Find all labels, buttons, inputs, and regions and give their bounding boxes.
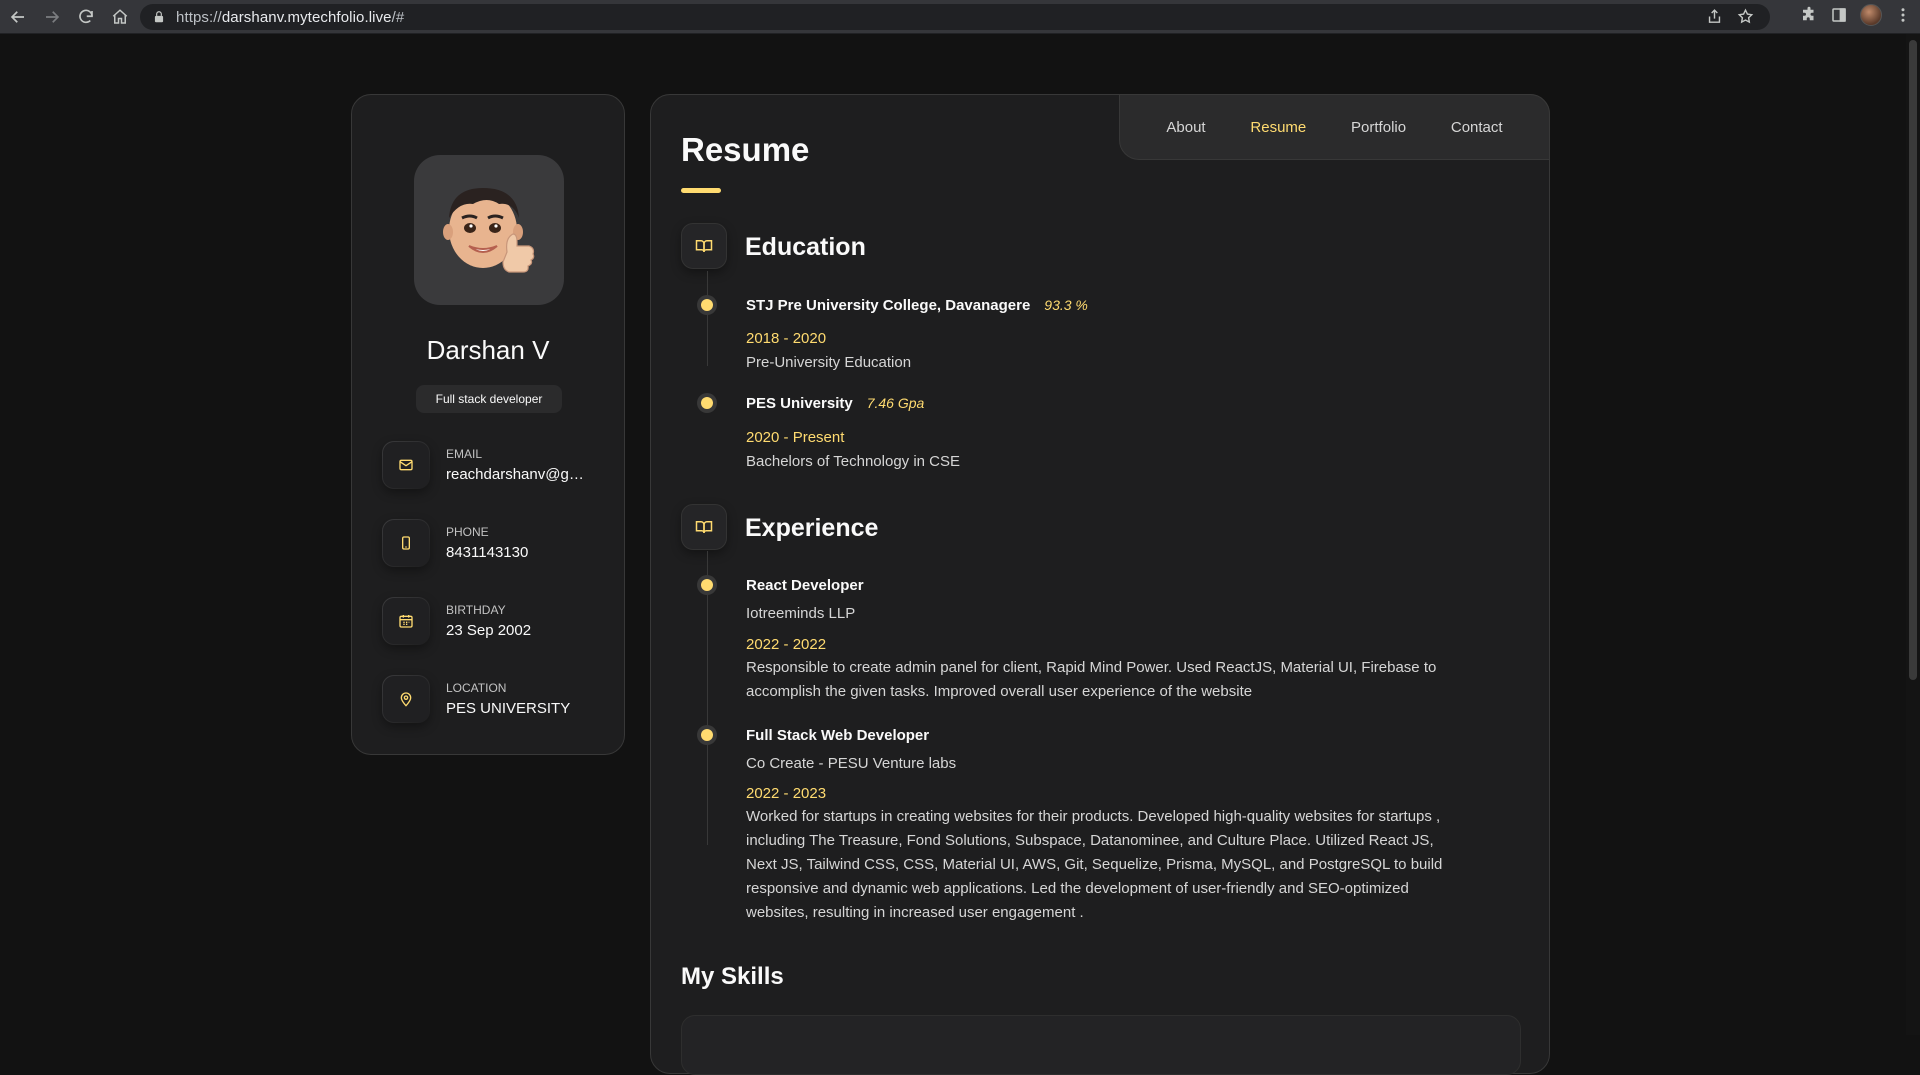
nav-about[interactable]: About	[1166, 119, 1205, 136]
profile-title-badge: Full stack developer	[416, 385, 562, 413]
location-pin-icon	[382, 675, 430, 723]
experience-date: 2022 - 2022	[746, 636, 827, 653]
arrow-right-icon	[46, 10, 60, 23]
memoji-avatar-icon	[443, 188, 535, 273]
profile-name: Darshan V	[426, 335, 550, 365]
education-description: Pre-University Education	[746, 354, 912, 371]
phone-link[interactable]: 8431143130	[446, 544, 596, 561]
experience-role: React Developer	[746, 577, 864, 594]
email-link[interactable]: reachdarshanv@gmail.com	[446, 466, 596, 483]
contact-label: BIRTHDAY	[446, 603, 506, 617]
skills-title: My Skills	[681, 963, 784, 990]
mail-icon	[382, 441, 430, 489]
education-item-title: STJ Pre University College, Davanagere 93…	[746, 297, 1088, 314]
page-scrollbar[interactable]	[1906, 34, 1920, 1035]
title-underline	[681, 188, 721, 193]
back-button[interactable]	[2, 3, 34, 31]
timeline-dot	[701, 299, 713, 311]
side-panel-icon[interactable]	[1830, 6, 1848, 24]
book-icon	[681, 223, 727, 269]
main-content-card: About Resume Portfolio Contact Resume Ed…	[650, 94, 1550, 1075]
address-bar[interactable]: https://darshanv.mytechfolio.live/#	[140, 4, 1770, 30]
reload-icon	[79, 9, 93, 23]
education-date: 2018 - 2020	[746, 330, 827, 347]
extensions-puzzle-icon[interactable]	[1800, 6, 1818, 24]
avatar	[414, 155, 564, 305]
page-title: Resume	[681, 131, 810, 168]
contact-email: EMAIL reachdarshanv@gmail.com	[382, 441, 612, 491]
url-text: https://darshanv.mytechfolio.live/#	[176, 8, 405, 26]
browser-profile-avatar[interactable]	[1860, 4, 1882, 26]
education-title: Education	[745, 233, 866, 261]
skills-list	[681, 1015, 1521, 1075]
calendar-icon	[382, 597, 430, 645]
reload-button[interactable]	[70, 3, 102, 31]
book-icon	[681, 504, 727, 550]
profile-sidebar: Darshan V Full stack developer EMAIL rea…	[351, 94, 625, 755]
birthday-value: 23 Sep 2002	[446, 622, 532, 639]
top-navbar: About Resume Portfolio Contact	[1119, 94, 1550, 160]
browser-toolbar: https://darshanv.mytechfolio.live/#	[0, 0, 1920, 34]
experience-company: Co Create - PESU Venture labs	[746, 755, 957, 772]
scrollbar-thumb[interactable]	[1909, 40, 1917, 680]
contact-label: PHONE	[446, 525, 489, 539]
experience-date: 2022 - 2023	[746, 785, 827, 802]
contact-birthday: BIRTHDAY 23 Sep 2002	[382, 597, 612, 647]
experience-role: Full Stack Web Developer	[746, 727, 930, 744]
contact-label: EMAIL	[446, 447, 483, 461]
timeline-dot	[701, 397, 713, 409]
timeline-dot	[701, 729, 713, 741]
contact-phone: PHONE 8431143130	[382, 519, 612, 569]
location-value: PES UNIVERSITY	[446, 700, 571, 717]
education-score: 93.3 %	[1044, 297, 1088, 313]
experience-description: Worked for startups in creating websites…	[746, 808, 1443, 921]
lock-icon	[154, 11, 164, 23]
education-score: 7.46 Gpa	[866, 395, 925, 411]
education-date: 2020 - Present	[746, 429, 845, 446]
contact-location: LOCATION PES UNIVERSITY	[382, 675, 612, 725]
experience-title: Experience	[745, 514, 879, 542]
nav-contact[interactable]: Contact	[1451, 119, 1503, 136]
forward-button[interactable]	[36, 3, 68, 31]
phone-icon	[382, 519, 430, 567]
contact-label: LOCATION	[446, 681, 507, 695]
arrow-left-icon	[10, 10, 24, 23]
education-description: Bachelors of Technology in CSE	[746, 453, 961, 470]
kebab-menu-icon[interactable]	[1894, 6, 1912, 24]
page: Darshan V Full stack developer EMAIL rea…	[0, 34, 1906, 1075]
nav-portfolio[interactable]: Portfolio	[1351, 119, 1406, 136]
timeline-line	[707, 551, 708, 845]
timeline-dot	[701, 579, 713, 591]
home-icon	[112, 8, 128, 24]
education-item-title: PES University 7.46 Gpa	[746, 395, 925, 412]
share-icon[interactable]	[1706, 8, 1723, 25]
bookmark-star-icon[interactable]	[1737, 8, 1754, 25]
experience-company: Iotreeminds LLP	[746, 605, 856, 622]
home-button[interactable]	[104, 3, 136, 31]
timeline-line	[707, 271, 708, 366]
experience-description: Responsible to create admin panel for cl…	[746, 659, 1437, 700]
nav-resume[interactable]: Resume	[1250, 119, 1306, 136]
